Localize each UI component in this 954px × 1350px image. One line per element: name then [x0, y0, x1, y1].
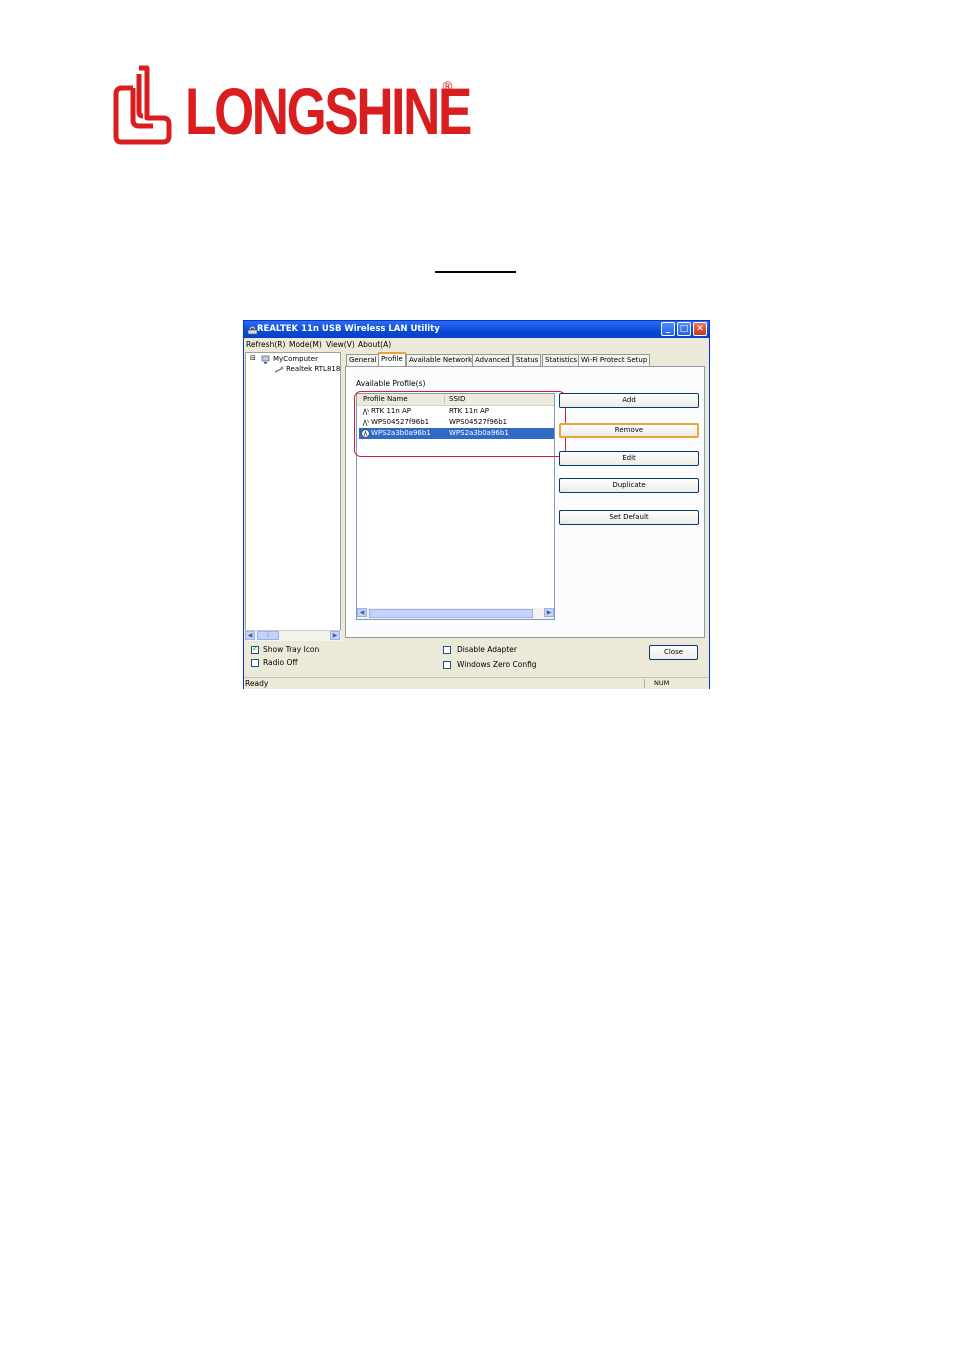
profile-ssid: WPS04527f96b1 [449, 418, 508, 426]
profile-name: WPS2a3b0a96b1 [371, 429, 431, 437]
utility-window: REALTEK 11n USB Wireless LAN Utility _ □… [243, 320, 710, 689]
profile-row[interactable]: WPS04527f96b1 WPS04527f96b1 [359, 417, 554, 428]
profile-name: RTK 11n AP [371, 407, 412, 415]
column-separator[interactable] [444, 395, 445, 404]
scroll-thumb[interactable]: ⁞ [257, 631, 279, 640]
longshine-logo: LONGSHINE ® [113, 64, 472, 148]
default-profile-icon [361, 429, 370, 438]
windows-zero-config-label: Windows Zero Config [457, 660, 537, 669]
device-tree: ⊟ MyComputer Realtek RTL818 [245, 352, 341, 640]
adapter-icon [274, 366, 284, 373]
disable-adapter-label: Disable Adapter [457, 645, 517, 654]
profile-icon [362, 407, 369, 416]
tab-advanced[interactable]: Advanced [472, 354, 513, 366]
close-window-icon[interactable]: ✕ [693, 322, 707, 336]
profile-list-scrollbar[interactable]: ◀ ▶ [357, 608, 554, 619]
longshine-emblem-icon [113, 65, 172, 145]
edit-button[interactable]: Edit [559, 451, 699, 466]
profile-row-selected[interactable]: WPS2a3b0a96b1 WPS2a3b0a96b1 [359, 428, 554, 439]
registered-mark: ® [441, 80, 454, 95]
menu-refresh[interactable]: Refresh(R) [246, 340, 285, 349]
title-bar[interactable]: REALTEK 11n USB Wireless LAN Utility _ □… [244, 321, 709, 338]
radio-off-label: Radio Off [263, 658, 298, 667]
column-profile-name[interactable]: Profile Name [363, 395, 408, 403]
tab-statistics[interactable]: Statistics [542, 354, 580, 366]
add-button[interactable]: Add [559, 393, 699, 408]
window-title: REALTEK 11n USB Wireless LAN Utility [257, 324, 440, 334]
computer-icon [261, 355, 270, 364]
tree-root-label[interactable]: MyComputer [273, 355, 318, 363]
status-text: Ready [245, 679, 269, 688]
menu-bar: Refresh(R) Mode(M) View(V) About(A) [244, 338, 709, 351]
show-tray-icon-checkbox[interactable] [251, 644, 259, 654]
tab-profile[interactable]: Profile [378, 352, 406, 367]
num-lock-indicator: NUM [654, 679, 670, 687]
set-default-button[interactable]: Set Default [559, 510, 699, 525]
profile-row[interactable]: RTK 11n AP RTK 11n AP [359, 406, 554, 417]
disable-adapter-checkbox[interactable] [443, 646, 451, 654]
profile-name: WPS04527f96b1 [371, 418, 430, 426]
scroll-thumb[interactable] [369, 609, 533, 618]
tab-wifi-protect-setup[interactable]: Wi-Fi Protect Setup [578, 354, 651, 366]
status-bar: Ready NUM [244, 677, 709, 689]
close-button[interactable]: Close [649, 645, 698, 660]
menu-view[interactable]: View(V) [326, 340, 355, 349]
scroll-right-icon[interactable]: ▶ [330, 631, 340, 640]
status-separator [644, 679, 645, 688]
profile-tab-page: Available Profile(s) Profile Name SSID R… [345, 366, 705, 638]
show-tray-icon-label: Show Tray Icon [263, 645, 320, 654]
menu-mode[interactable]: Mode(M) [289, 340, 322, 349]
tab-general[interactable]: General [346, 354, 380, 366]
tab-available-network[interactable]: Available Network [406, 354, 476, 366]
profile-ssid: WPS2a3b0a96b1 [449, 429, 509, 437]
windows-zero-config-checkbox[interactable] [443, 661, 451, 669]
logo-wordmark: LONGSHINE [185, 74, 472, 148]
remove-button[interactable]: Remove [559, 423, 699, 438]
tree-collapse-icon[interactable]: ⊟ [250, 354, 256, 362]
profile-panel: General Profile Available Network Advanc… [343, 352, 707, 640]
tab-status[interactable]: Status [513, 354, 542, 366]
radio-off-checkbox[interactable] [251, 659, 259, 667]
profile-list-header: Profile Name SSID [357, 394, 554, 406]
scroll-right-icon[interactable]: ▶ [544, 608, 554, 617]
profile-icon [362, 418, 369, 427]
menu-about[interactable]: About(A) [358, 340, 391, 349]
scroll-left-icon[interactable]: ◀ [245, 631, 255, 640]
available-profiles-label: Available Profile(s) [356, 379, 426, 388]
tree-horizontal-scrollbar[interactable]: ◀ ⁞ ▶ [245, 630, 341, 641]
maximize-icon[interactable]: □ [677, 322, 691, 336]
profile-list[interactable]: Profile Name SSID RTK 11n AP RTK 11n AP … [356, 393, 555, 620]
underline-divider [435, 271, 516, 273]
minimize-icon[interactable]: _ [661, 322, 675, 336]
profile-ssid: RTK 11n AP [449, 407, 490, 415]
column-ssid[interactable]: SSID [449, 395, 465, 403]
tree-adapter-label[interactable]: Realtek RTL818 [286, 365, 340, 373]
scroll-left-icon[interactable]: ◀ [357, 608, 367, 617]
duplicate-button[interactable]: Duplicate [559, 478, 699, 493]
